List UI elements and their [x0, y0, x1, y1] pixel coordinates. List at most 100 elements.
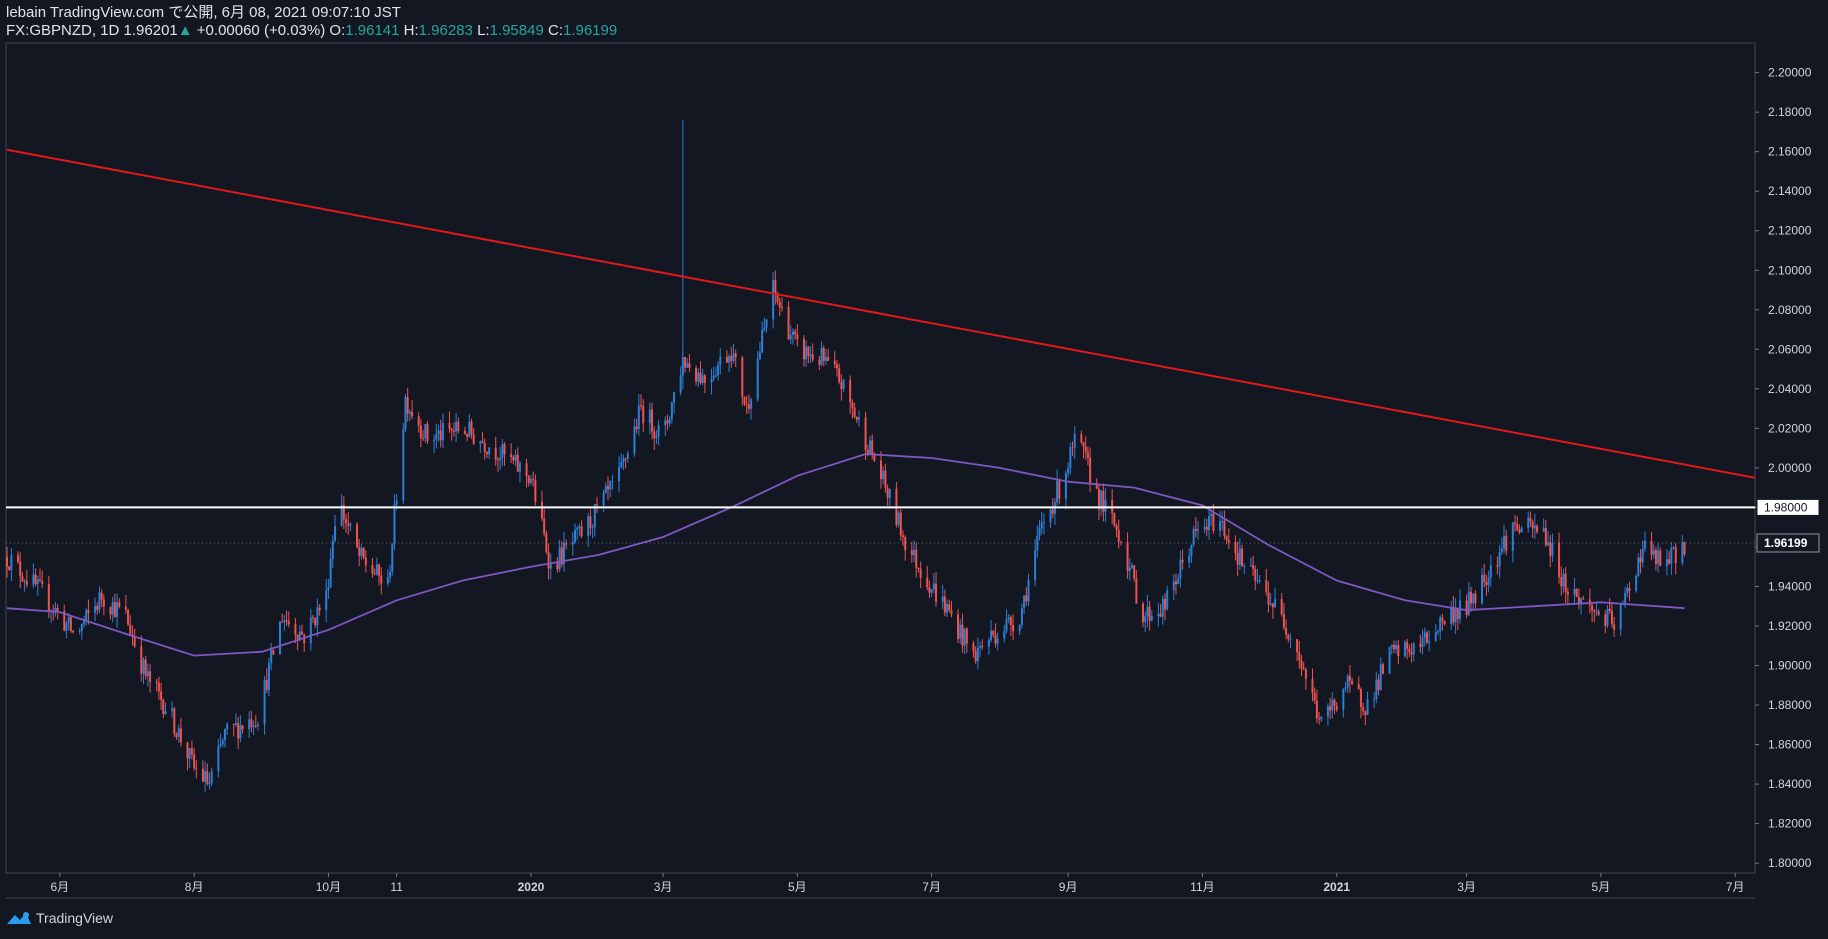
candle-body: [395, 500, 398, 505]
candle-body: [1003, 631, 1006, 639]
candle-body: [880, 460, 882, 480]
candle-body: [466, 433, 469, 437]
candle-body: [884, 470, 887, 488]
candle-body: [1439, 617, 1442, 632]
price-chart[interactable]: 2.20000 2.18000 2.16000 2.14000 2.12000 2.100…: [0, 0, 1828, 939]
x-tick-label: 7月: [922, 880, 941, 894]
candle-body: [1302, 668, 1305, 670]
candle-body: [479, 441, 482, 444]
x-tick-label: 10月: [316, 880, 341, 894]
candle-body: [1668, 559, 1671, 564]
candle-body: [1485, 581, 1488, 585]
candle-body: [529, 479, 532, 483]
candle-body: [695, 367, 698, 382]
candle-body: [378, 564, 381, 576]
candle-body: [1357, 684, 1360, 690]
candle-body: [25, 580, 28, 585]
candle-body: [653, 431, 656, 439]
candle-body: [472, 434, 475, 444]
candle-body: [1514, 522, 1517, 524]
candle-body: [1558, 542, 1561, 578]
candle-body: [655, 436, 658, 439]
candle-body: [1580, 598, 1583, 604]
tradingview-logo-icon: [7, 912, 31, 924]
candle-body: [930, 589, 933, 593]
candle-body: [1104, 499, 1107, 512]
candle-body: [972, 643, 975, 652]
candle-body: [56, 607, 59, 611]
candle-body: [1452, 606, 1455, 623]
candle-body: [485, 451, 488, 455]
candle-body: [1672, 547, 1675, 549]
candle-body: [787, 307, 790, 340]
price-axis[interactable]: 2.20000 2.18000 2.16000 2.14000 2.12000 2.100…: [1755, 66, 1820, 870]
candle-body: [1082, 442, 1085, 447]
candle-body: [778, 302, 781, 308]
candle-body: [162, 699, 165, 715]
candle-body: [809, 354, 812, 357]
candle-body: [1388, 646, 1391, 674]
candle-body: [640, 405, 643, 407]
candle-body: [371, 565, 374, 574]
time-axis[interactable]: 6月 8月 10月 11 2020 3月 5月 7月 9月 11月 2021 3月 5月 7月: [50, 873, 1745, 894]
candle-body: [796, 334, 799, 339]
candle-body: [1542, 528, 1545, 532]
candle-body: [902, 535, 905, 538]
candle-body: [714, 375, 717, 377]
candle-body: [974, 651, 977, 662]
candle-body: [1516, 523, 1519, 530]
candle-body: [1130, 565, 1133, 568]
candle-body: [780, 307, 783, 309]
candle-body: [917, 567, 920, 569]
candle-body: [1102, 490, 1105, 512]
candle-body: [1518, 529, 1521, 533]
candle-body: [618, 467, 621, 482]
candle-body: [765, 319, 768, 328]
candle-body: [635, 426, 638, 430]
candle-body: [1249, 565, 1252, 567]
candle-body: [1564, 573, 1567, 592]
candle-body: [160, 691, 163, 700]
candle-body: [219, 744, 222, 746]
candle-body: [85, 610, 88, 621]
candle-body: [463, 430, 466, 434]
candle-body: [1038, 528, 1041, 536]
candle-body: [935, 583, 938, 602]
candle-body: [499, 458, 502, 461]
candle-body: [1265, 580, 1268, 593]
candle-body: [926, 577, 929, 588]
candle-body: [314, 617, 317, 626]
candle-body: [10, 555, 13, 571]
candle-body: [1208, 516, 1211, 530]
candle-body: [741, 357, 744, 397]
candle-body: [802, 338, 805, 360]
candle-body: [389, 572, 392, 578]
candle-body: [195, 767, 198, 769]
candle-body: [670, 402, 673, 420]
candle-body: [514, 454, 517, 461]
candle-body: [794, 331, 797, 335]
candle-body: [470, 421, 473, 435]
candle-body: [1119, 541, 1122, 543]
candle-body: [835, 364, 838, 369]
candle-body: [1012, 624, 1015, 632]
candle-body: [756, 359, 759, 400]
candle-body: [1637, 557, 1640, 577]
candle-body: [1135, 578, 1138, 604]
candle-body: [886, 487, 889, 498]
candle-body: [1304, 669, 1307, 680]
candle-body: [626, 453, 629, 459]
candle-body: [1351, 680, 1354, 685]
candle-body: [622, 458, 625, 463]
candle-body: [309, 617, 312, 644]
candle-body: [1489, 565, 1492, 578]
candle-body: [805, 346, 808, 360]
candle-body: [252, 725, 255, 727]
candle-body: [17, 555, 20, 562]
candle-body: [948, 604, 951, 611]
candle-body: [855, 417, 858, 420]
candle-body: [1064, 472, 1067, 499]
candle-body: [127, 609, 130, 625]
candle-body: [1496, 565, 1499, 567]
candle-body: [1364, 711, 1367, 715]
